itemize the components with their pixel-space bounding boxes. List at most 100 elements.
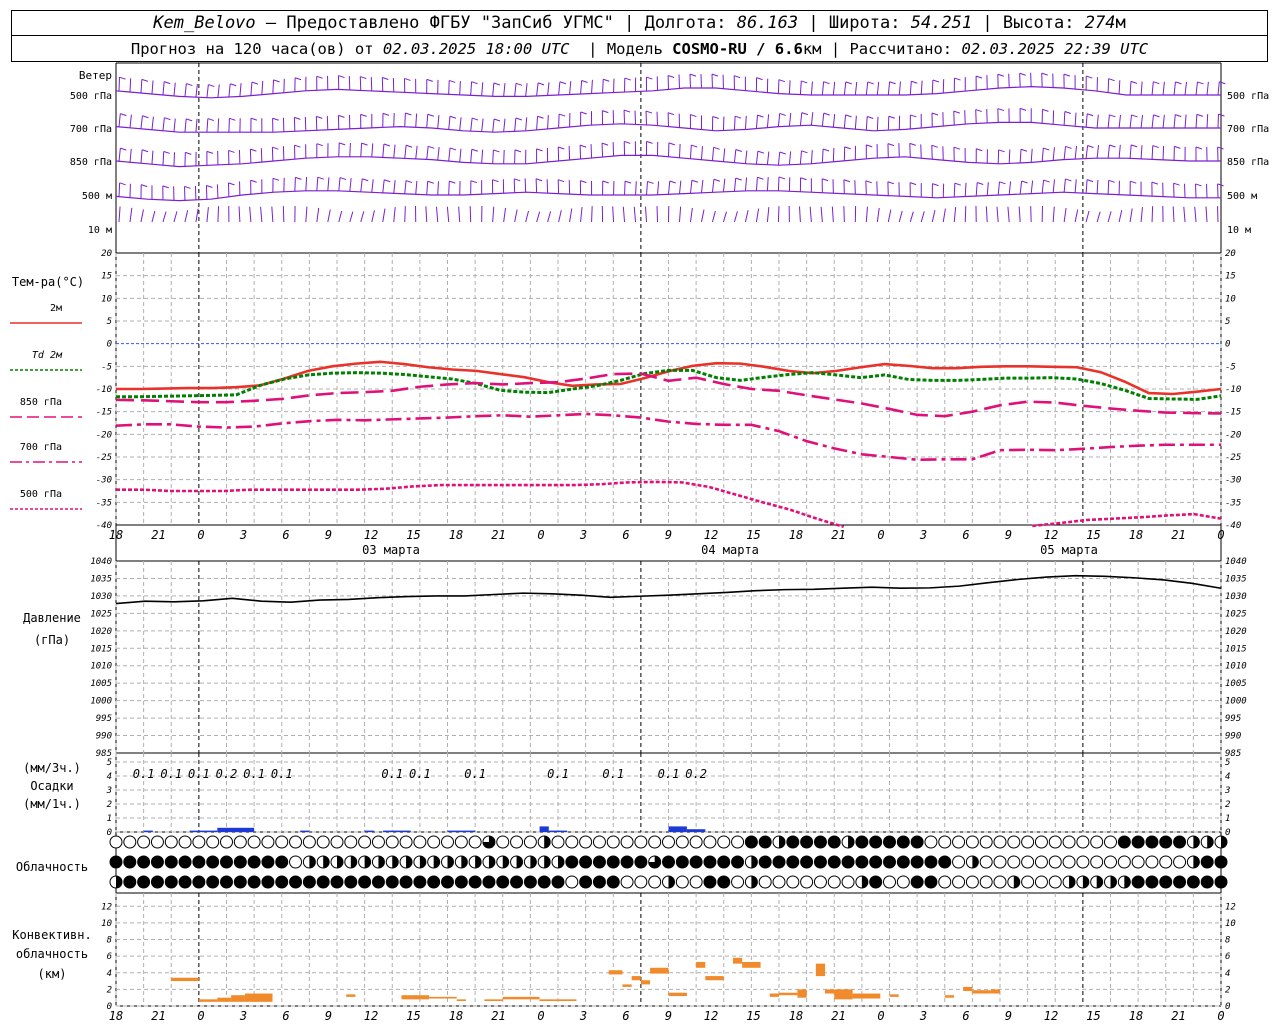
wind-barb — [733, 211, 738, 223]
cloud-symbol — [1186, 875, 1200, 889]
wind-barb — [481, 149, 484, 164]
wind-barb — [140, 79, 143, 94]
cloud-symbol — [731, 835, 745, 849]
cloud-symbol — [275, 835, 289, 849]
wind-barb-feather — [559, 81, 567, 85]
time-tick-label: 21 — [831, 528, 845, 542]
wind-barb — [953, 206, 957, 223]
temp-legend-label: Td 2м — [32, 350, 63, 361]
wind-barb — [195, 118, 198, 133]
temp-tick-left: -5 — [101, 362, 112, 372]
convective-bar — [346, 994, 356, 997]
cloud-symbol — [1090, 835, 1104, 849]
time-tick-label-bottom: 18 — [1129, 1009, 1143, 1023]
precip-value-label: 0.1 — [409, 767, 431, 781]
wind-barb-feather — [316, 143, 323, 147]
wind-barb-feather — [163, 150, 170, 154]
wind-barb — [1162, 81, 1165, 96]
temp-tick-left: 20 — [101, 249, 112, 259]
wind-barb-feather — [580, 180, 587, 184]
cloud-symbol — [689, 835, 703, 849]
wind-barb — [1151, 81, 1154, 96]
wind-barb — [1129, 81, 1132, 96]
wind-barb — [1107, 211, 1112, 223]
wind-barb — [415, 113, 418, 128]
date-label: 05 марта — [1040, 543, 1098, 557]
precip-tick-left: 4 — [107, 772, 112, 782]
wind-barb — [711, 179, 715, 193]
time-tick-label-bottom: 12 — [1044, 1009, 1058, 1023]
wind-barb-feather — [120, 147, 127, 151]
wind-barb — [1129, 114, 1133, 129]
wind-barb-feather — [823, 81, 830, 85]
wind-barb — [1129, 144, 1132, 159]
wind-barb-feather — [1065, 178, 1072, 182]
wind-barb-feather — [294, 116, 301, 120]
cloud-symbol — [1076, 855, 1090, 869]
wind-barb — [514, 209, 518, 223]
wind-barb-feather — [691, 144, 698, 148]
latitude-label: | Широта: — [798, 13, 911, 33]
conv-title-2: облачность — [16, 947, 88, 961]
cloud-symbol — [592, 875, 606, 889]
wind-barb — [634, 110, 637, 125]
wind-barb-feather — [778, 176, 786, 180]
wind-barb-feather — [360, 76, 367, 80]
wind-barb — [503, 118, 506, 132]
cloud-symbol — [924, 875, 938, 889]
convective-bar — [742, 961, 761, 968]
temp-tick-right: -35 — [1225, 498, 1241, 508]
wind-barb — [1107, 180, 1110, 195]
wind-barb — [755, 151, 759, 165]
wind-barb-feather — [975, 75, 983, 79]
cloud-symbol-fill — [1069, 876, 1076, 888]
wind-barb — [305, 206, 308, 223]
temp-tick-right: 10 — [1225, 294, 1236, 304]
wind-barb — [733, 178, 737, 192]
cloud-symbol — [164, 875, 178, 889]
convective-bar — [401, 995, 430, 1000]
wind-barb — [304, 116, 307, 131]
wind-barb — [1140, 114, 1144, 129]
pressure-tick-right: 1000 — [1225, 697, 1247, 707]
cloud-symbol — [220, 875, 233, 889]
wind-barb — [129, 114, 132, 128]
wind-barb — [1195, 114, 1198, 129]
cloud-symbol — [150, 875, 164, 889]
wind-barb-feather — [647, 180, 654, 184]
precip-bar — [548, 830, 568, 832]
cloud-symbol — [330, 875, 344, 889]
cloud-symbol — [441, 835, 454, 849]
wind-barb — [744, 115, 747, 130]
precip-bar — [539, 826, 549, 832]
wind-barb-feather — [713, 146, 720, 150]
time-tick-label-bottom: 21 — [151, 1009, 165, 1023]
wind-barb-feather — [537, 82, 545, 86]
precip-bar — [189, 830, 218, 832]
wind-barb-feather — [801, 112, 808, 116]
calc-label: | Рассчитано: — [821, 39, 962, 58]
pressure-tick-right: 995 — [1225, 714, 1241, 724]
wind-barb-feather — [1041, 72, 1048, 76]
convective-bar — [622, 984, 632, 987]
wind-barb — [909, 143, 911, 158]
cloud-symbol — [662, 835, 675, 849]
wind-barb — [799, 206, 801, 223]
cloud-symbol — [316, 835, 330, 849]
cloud-symbol — [344, 875, 358, 889]
wind-barb-feather — [713, 178, 721, 182]
convective-bar — [732, 957, 743, 964]
wind-barb — [810, 150, 813, 164]
wind-barb — [1183, 206, 1186, 223]
cloud-symbol-fill — [861, 876, 868, 888]
wind-barb — [316, 177, 319, 191]
wind-barb-feather — [1131, 144, 1138, 148]
convective-bar — [502, 996, 540, 1000]
temp-tick-left: 5 — [107, 317, 112, 327]
cloud-symbol — [192, 875, 206, 889]
wind-barb — [360, 143, 363, 157]
wind-barb — [920, 144, 922, 159]
wind-barb-feather — [1174, 145, 1181, 149]
cloud-symbol — [869, 875, 883, 889]
wind-barb — [843, 114, 847, 129]
